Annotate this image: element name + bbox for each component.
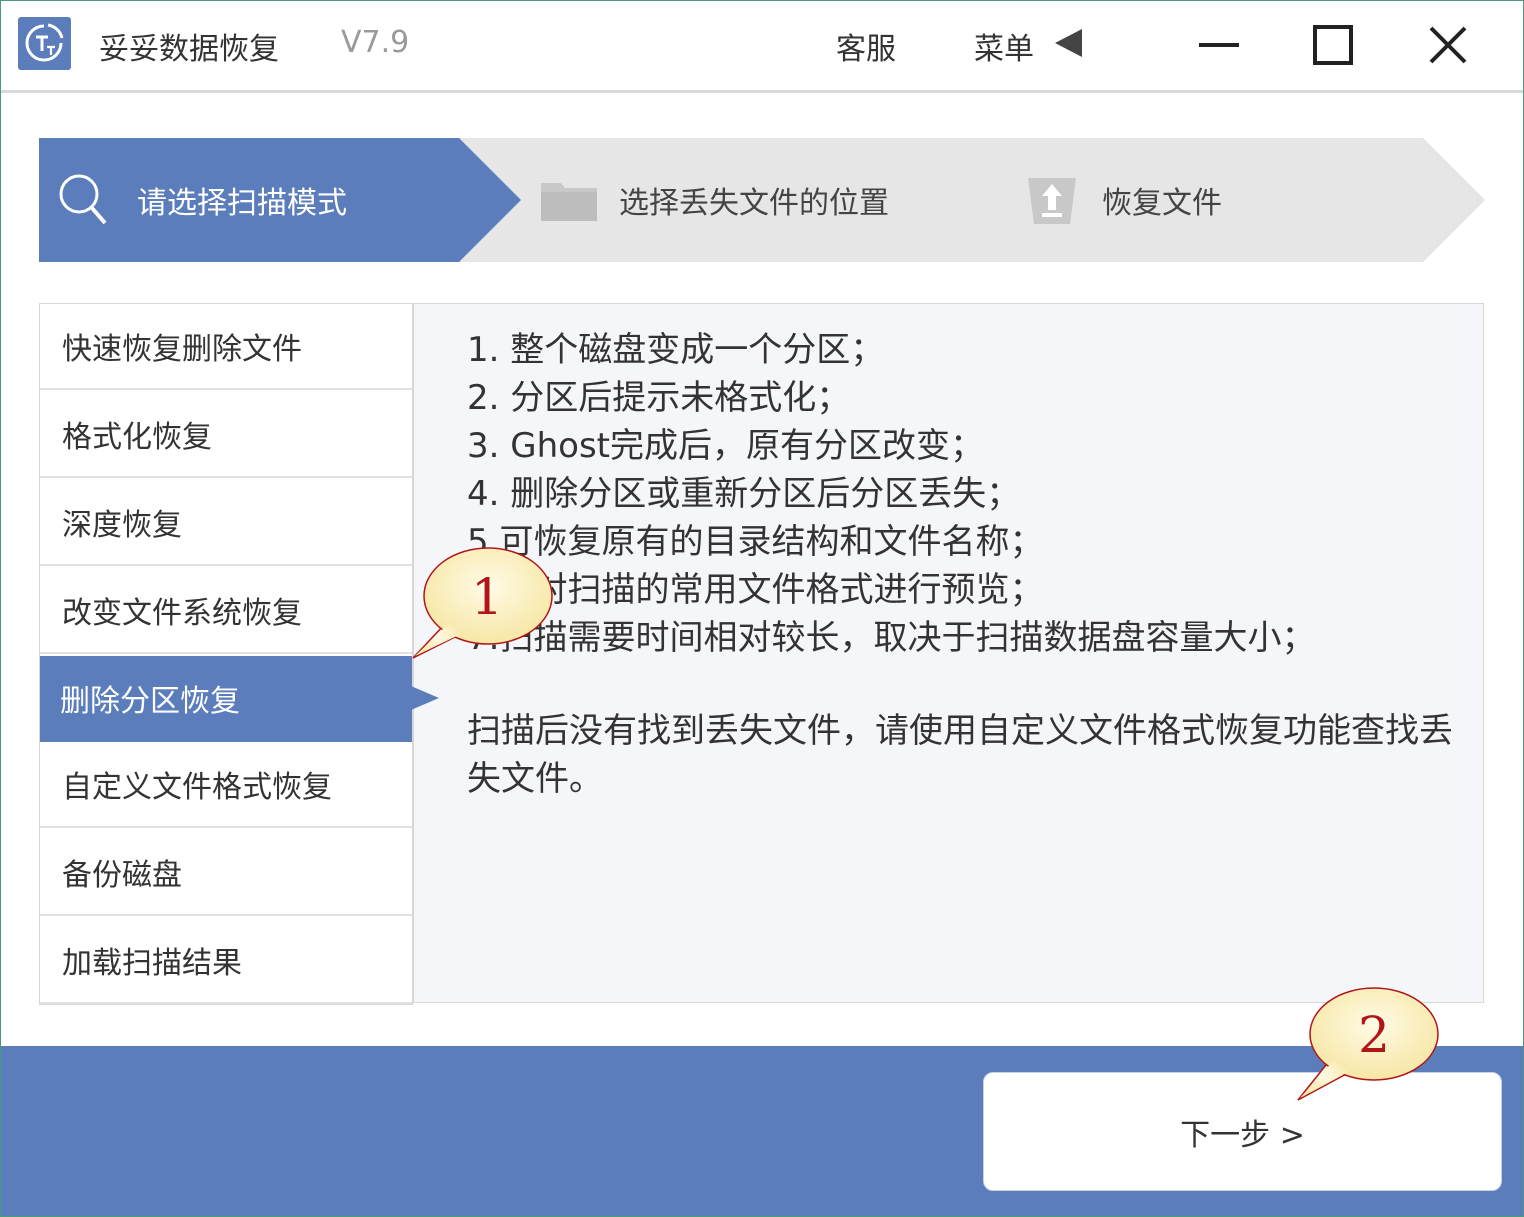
- mode-custom-format-recover[interactable]: 自定义文件格式恢复: [40, 742, 412, 828]
- description-line: 7.扫描需要时间相对较长，取决于扫描数据盘容量大小；: [467, 618, 1316, 658]
- upload-icon: [1028, 178, 1076, 224]
- mode-description-panel: 1. 整个磁盘变成一个分区； 2. 分区后提示未格式化； 3. Ghost完成后…: [412, 303, 1484, 1003]
- selected-mode-pointer: [411, 686, 439, 710]
- step-recover-files: 恢复文件: [1024, 138, 1222, 262]
- close-icon: [1429, 26, 1467, 64]
- mode-backup-disk[interactable]: 备份磁盘: [40, 830, 412, 916]
- callout-1: 1: [412, 547, 553, 659]
- mode-quick-recover[interactable]: 快速恢复删除文件: [40, 304, 412, 390]
- description-line: 3. Ghost完成后，原有分区改变；: [467, 426, 984, 466]
- description-line: 2. 分区后提示未格式化；: [467, 378, 851, 418]
- maximize-icon: [1313, 25, 1353, 65]
- minimize-icon: [1199, 43, 1239, 47]
- description-list: 1. 整个磁盘变成一个分区； 2. 分区后提示未格式化； 3. Ghost完成后…: [467, 326, 1467, 662]
- app-title: 妥妥数据恢复: [99, 32, 279, 67]
- menu-arrow-icon[interactable]: [1055, 29, 1082, 57]
- step-select-location: 选择丢失文件的位置: [539, 138, 889, 262]
- description-note: 扫描后没有找到丢失文件，请使用自定义文件格式恢复功能查找丢失文件。: [467, 711, 1453, 799]
- description-line: 6.可对扫描的常用文件格式进行预览；: [467, 570, 1044, 610]
- scan-mode-list: 快速恢复删除文件 格式化恢复 深度恢复 改变文件系统恢复 删除分区恢复 自定义文…: [39, 303, 413, 1005]
- step-label: 恢复文件: [1102, 186, 1222, 221]
- step-label: 选择丢失文件的位置: [619, 186, 889, 221]
- description-line: 4. 删除分区或重新分区后分区丢失；: [467, 474, 1021, 514]
- description-line: 5.可恢复原有的目录结构和文件名称；: [467, 522, 1044, 562]
- menu-link[interactable]: 菜单: [974, 24, 1034, 68]
- description-line: 1. 整个磁盘变成一个分区；: [467, 330, 885, 370]
- mode-filesystem-change-recover[interactable]: 改变文件系统恢复: [40, 568, 412, 654]
- mode-load-scan-result[interactable]: 加载扫描结果: [40, 918, 412, 1004]
- step-label: 请选择扫描模式: [137, 186, 347, 221]
- step-select-scan-mode: 请选择扫描模式: [39, 138, 347, 262]
- minimize-button[interactable]: [1195, 20, 1245, 70]
- customer-service-link[interactable]: 客服: [836, 24, 896, 68]
- callout-2: 2: [1297, 987, 1439, 1101]
- callout-number: 1: [471, 568, 503, 626]
- step-progress-bar: 请选择扫描模式 选择丢失文件的位置 恢复文件: [39, 138, 1485, 262]
- title-bar: 妥妥数据恢复 V7.9 客服 菜单: [0, 0, 1524, 93]
- folder-icon: [541, 183, 597, 221]
- close-button[interactable]: [1423, 20, 1473, 70]
- app-version: V7.9: [341, 25, 410, 60]
- maximize-button[interactable]: [1308, 20, 1358, 70]
- search-icon: [59, 174, 107, 225]
- mode-deep-recover[interactable]: 深度恢复: [40, 480, 412, 566]
- mode-deleted-partition-recover[interactable]: 删除分区恢复: [40, 656, 412, 742]
- callout-number: 2: [1358, 1006, 1390, 1064]
- app-logo: [18, 17, 71, 70]
- mode-format-recover[interactable]: 格式化恢复: [40, 392, 412, 478]
